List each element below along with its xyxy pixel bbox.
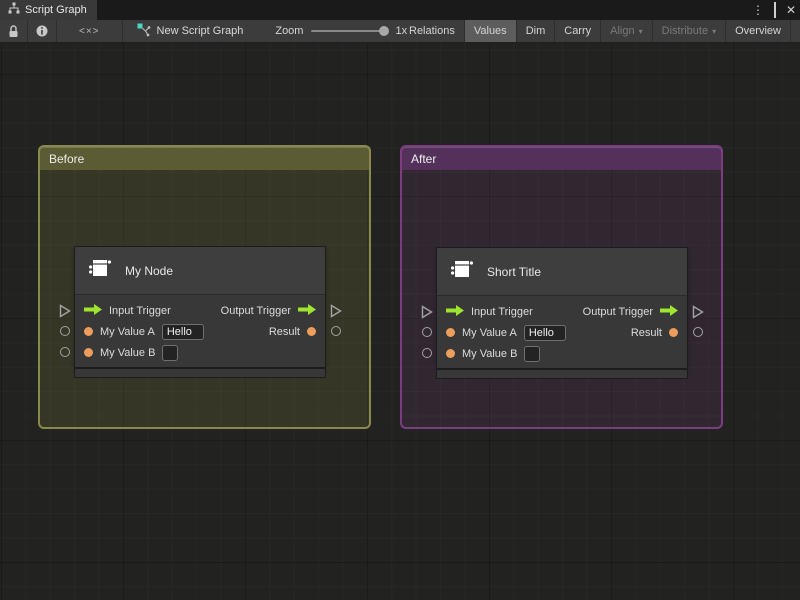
value-output-port-icon[interactable] <box>669 328 678 337</box>
node-header[interactable]: Short Title <box>437 248 687 296</box>
value-output-port-icon[interactable] <box>307 327 316 336</box>
fullscreen-button[interactable]: Full Screen <box>791 20 800 42</box>
tab-script-graph[interactable]: Script Graph <box>0 0 97 20</box>
value-input-port-icon[interactable] <box>446 349 455 358</box>
code-preview-icon[interactable]: <×> <box>57 26 122 37</box>
port-label: My Value A <box>462 327 517 339</box>
maximize-icon[interactable] <box>774 0 776 20</box>
graph-node-icon <box>137 23 151 40</box>
relations-button[interactable]: Relations <box>400 20 465 42</box>
chevron-down-icon: ▾ <box>639 27 643 36</box>
value-b-input[interactable] <box>162 345 178 361</box>
flow-input-port-icon[interactable] <box>446 303 464 321</box>
node-title: My Node <box>125 264 173 278</box>
node-footer <box>75 369 325 377</box>
graph-canvas[interactable]: Before After <box>0 43 800 600</box>
external-value-input-port-icon[interactable] <box>422 348 432 358</box>
script-graph-icon <box>8 1 20 19</box>
unit-icon <box>449 256 475 287</box>
external-flow-output-port-icon[interactable] <box>330 304 342 318</box>
port-label: My Value B <box>462 348 517 360</box>
graph-breadcrumb[interactable]: New Script Graph <box>123 23 254 40</box>
distribute-dropdown[interactable]: Distribute▾ <box>653 20 726 42</box>
zoom-label: Zoom <box>275 25 303 37</box>
flow-input-port-icon[interactable] <box>84 302 102 320</box>
value-input-port-icon[interactable] <box>446 328 455 337</box>
node-short-title[interactable]: Short Title Input Trigger Output Trigger <box>437 248 687 368</box>
group-title: Before <box>49 152 84 166</box>
info-icon[interactable] <box>28 20 56 42</box>
tab-strip: Script Graph ⋮ ✕ <box>0 0 800 20</box>
port-label: Input Trigger <box>471 306 533 318</box>
unit-icon <box>87 255 113 286</box>
tab-title: Script Graph <box>25 4 87 16</box>
flow-output-port-icon[interactable] <box>660 303 678 321</box>
align-dropdown[interactable]: Align▾ <box>601 20 652 42</box>
group-before-header[interactable]: Before <box>40 147 369 170</box>
port-label: My Value A <box>100 326 155 338</box>
external-flow-output-port-icon[interactable] <box>692 305 704 319</box>
port-label: Result <box>269 326 300 338</box>
node-footer <box>437 370 687 378</box>
graph-name: New Script Graph <box>157 25 244 37</box>
dim-button[interactable]: Dim <box>517 20 556 42</box>
node-title: Short Title <box>487 265 541 279</box>
chevron-down-icon: ▾ <box>712 27 716 36</box>
window-menu-icon[interactable]: ⋮ <box>752 0 764 20</box>
external-value-output-port-icon[interactable] <box>331 326 341 336</box>
close-icon[interactable]: ✕ <box>786 0 796 20</box>
value-b-input[interactable] <box>524 346 540 362</box>
zoom-slider[interactable] <box>311 30 387 32</box>
external-value-output-port-icon[interactable] <box>693 327 703 337</box>
external-value-input-port-icon[interactable] <box>422 327 432 337</box>
value-a-input[interactable] <box>524 325 566 341</box>
external-flow-input-port-icon[interactable] <box>421 305 433 319</box>
external-flow-input-port-icon[interactable] <box>59 304 71 318</box>
script-graph-window: Script Graph ⋮ ✕ <box>0 0 800 600</box>
port-label: Output Trigger <box>583 306 653 318</box>
port-label: My Value B <box>100 347 155 359</box>
lock-icon[interactable] <box>0 20 27 42</box>
external-value-input-port-icon[interactable] <box>60 347 70 357</box>
group-title: After <box>411 152 436 166</box>
carry-button[interactable]: Carry <box>555 20 601 42</box>
value-input-port-icon[interactable] <box>84 327 93 336</box>
toolbar-buttons: Relations Values Dim Carry Align▾ Distri… <box>400 20 800 42</box>
flow-output-port-icon[interactable] <box>298 302 316 320</box>
zoom-slider-handle[interactable] <box>379 26 389 36</box>
toolbar: <×> New Script Graph Zoom 1 <box>0 20 800 43</box>
node-header[interactable]: My Node <box>75 247 325 295</box>
port-label: Input Trigger <box>109 305 171 317</box>
node-my-node[interactable]: My Node Input Trigger Output Trigger <box>75 247 325 367</box>
group-after-header[interactable]: After <box>402 147 721 170</box>
port-label: Output Trigger <box>221 305 291 317</box>
value-a-input[interactable] <box>162 324 204 340</box>
port-label: Result <box>631 327 662 339</box>
overview-button[interactable]: Overview <box>726 20 791 42</box>
external-value-input-port-icon[interactable] <box>60 326 70 336</box>
values-button[interactable]: Values <box>465 20 517 42</box>
value-input-port-icon[interactable] <box>84 348 93 357</box>
